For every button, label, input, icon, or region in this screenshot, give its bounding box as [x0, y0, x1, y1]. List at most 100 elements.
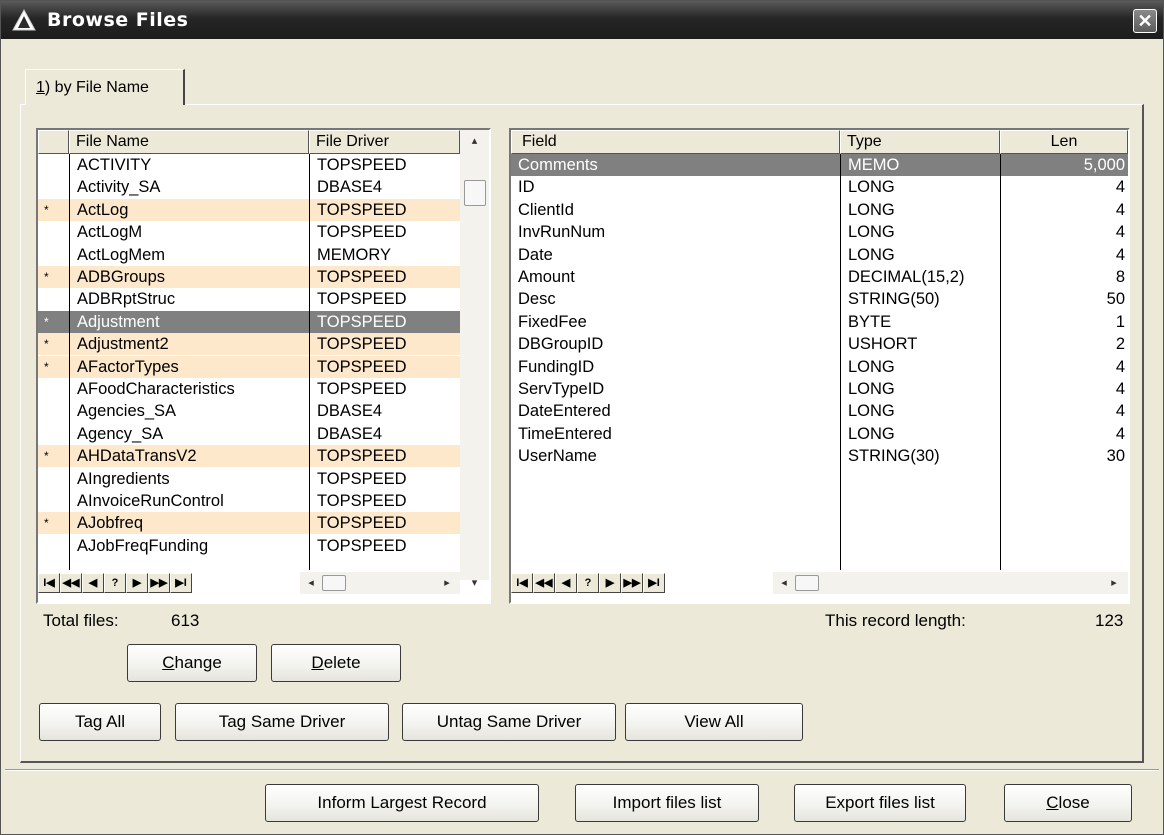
table-row[interactable]: DBGroupID USHORT 2	[511, 333, 1128, 355]
title-bar[interactable]: Browse Files ✕	[1, 1, 1163, 39]
tag-column-header[interactable]	[38, 130, 69, 154]
table-row[interactable]: ADBRptStruc TOPSPEED	[38, 288, 460, 310]
export-files-list-button[interactable]: Export files list	[794, 784, 966, 822]
close-button[interactable]: Close	[1004, 784, 1132, 822]
table-row[interactable]: * AJobfreq TOPSPEED	[38, 512, 460, 535]
change-button[interactable]: Change	[127, 644, 257, 682]
file-driver-cell: DBASE4	[317, 424, 383, 443]
scroll-up-icon[interactable]: ▴	[460, 134, 489, 147]
next-page-icon[interactable]: ▶▶	[148, 573, 170, 593]
table-row[interactable]: AJobFreqFunding TOPSPEED	[38, 535, 460, 557]
tag-cell: *	[44, 314, 49, 329]
field-name-cell: ClientId	[518, 200, 574, 219]
tag-cell	[44, 490, 66, 512]
field-type-cell: LONG	[848, 200, 895, 219]
tag-same-driver-button[interactable]: Tag Same Driver	[175, 703, 389, 741]
first-record-icon[interactable]: I◀	[38, 573, 60, 593]
files-vertical-scrollbar[interactable]: ▴	[460, 130, 489, 580]
table-row[interactable]: * Adjustment2 TOPSPEED	[38, 333, 460, 356]
table-row[interactable]: UserName STRING(30) 30	[511, 445, 1128, 467]
table-row[interactable]: Agency_SA DBASE4	[38, 423, 460, 445]
tag-cell: *	[44, 202, 49, 217]
field-column-header[interactable]: Field	[511, 130, 840, 154]
table-row[interactable]: AInvoiceRunControl TOPSPEED	[38, 490, 460, 512]
scroll-left-icon[interactable]: ◂	[304, 576, 318, 589]
next-page-icon[interactable]: ▶▶	[621, 573, 643, 593]
untag-same-driver-button[interactable]: Untag Same Driver	[402, 703, 616, 741]
table-row[interactable]: Date LONG 4	[511, 244, 1128, 266]
view-all-button[interactable]: View All	[625, 703, 803, 741]
table-row[interactable]: AIngredients TOPSPEED	[38, 468, 460, 490]
table-row[interactable]: InvRunNum LONG 4	[511, 221, 1128, 243]
close-window-icon[interactable]: ✕	[1133, 9, 1157, 33]
prev-record-icon[interactable]: ◀	[82, 573, 104, 593]
file-driver-cell: TOPSPEED	[317, 223, 407, 242]
prev-record-icon[interactable]: ◀	[555, 573, 577, 593]
table-row[interactable]: Agencies_SA DBASE4	[38, 400, 460, 422]
field-type-cell: LONG	[848, 178, 895, 197]
table-row[interactable]: AFoodCharacteristics TOPSPEED	[38, 378, 460, 400]
delete-button[interactable]: Delete	[271, 644, 401, 682]
table-row[interactable]: ID LONG 4	[511, 176, 1128, 198]
table-row[interactable]: FundingID LONG 4	[511, 356, 1128, 378]
last-record-icon[interactable]: ▶I	[170, 573, 192, 593]
table-row[interactable]: Comments MEMO 5,000	[511, 154, 1128, 176]
prev-page-icon[interactable]: ◀◀	[60, 573, 82, 593]
prev-page-icon[interactable]: ◀◀	[533, 573, 555, 593]
file-driver-column-header[interactable]: File Driver	[309, 130, 460, 154]
table-row[interactable]: Desc STRING(50) 50	[511, 288, 1128, 310]
scroll-right-icon[interactable]: ▸	[1107, 576, 1121, 589]
table-row[interactable]: FixedFee BYTE 1	[511, 311, 1128, 333]
field-len-cell: 4	[1115, 200, 1125, 219]
table-row[interactable]: * Adjustment TOPSPEED	[38, 310, 460, 333]
tag-all-button[interactable]: Tag All	[39, 703, 161, 741]
fields-horizontal-scrollbar[interactable]: ◂ ▸	[773, 572, 1128, 594]
first-record-icon[interactable]: I◀	[511, 573, 533, 593]
horizontal-scroll-thumb[interactable]	[322, 575, 346, 591]
file-name-column-header[interactable]: File Name	[69, 130, 309, 154]
file-name-cell: AIngredients	[77, 469, 170, 488]
type-column-header[interactable]: Type	[840, 130, 1000, 154]
vertical-scroll-thumb[interactable]	[464, 180, 486, 206]
table-row[interactable]: ActLogMem MEMORY	[38, 244, 460, 266]
tag-cell: *	[44, 449, 49, 464]
table-row[interactable]: * ActLog TOPSPEED	[38, 198, 460, 221]
files-list[interactable]: File Name File Driver ACTIVITY TOPSPEED Ac…	[36, 128, 491, 604]
field-len-cell: 1	[1115, 312, 1125, 331]
table-row[interactable]: ACTIVITY TOPSPEED	[38, 154, 460, 176]
fields-list[interactable]: Field Type Len Comments MEMO 5,000 ID LONG 4 C…	[509, 128, 1130, 604]
table-row[interactable]: ClientId LONG 4	[511, 199, 1128, 221]
field-len-cell: 4	[1115, 380, 1125, 398]
next-record-icon[interactable]: ▶	[126, 573, 148, 593]
field-len-cell: 2	[1115, 335, 1125, 354]
next-record-icon[interactable]: ▶	[599, 573, 621, 593]
field-type-cell: LONG	[848, 424, 895, 443]
table-row[interactable]: * AHDataTransV2 TOPSPEED	[38, 445, 460, 468]
tag-cell: *	[44, 337, 49, 352]
table-row[interactable]: TimeEntered LONG 4	[511, 423, 1128, 445]
table-row[interactable]: Amount DECIMAL(15,2) 8	[511, 266, 1128, 288]
files-horizontal-scrollbar[interactable]: ◂ ▸	[300, 572, 460, 594]
scroll-right-icon[interactable]: ▸	[440, 576, 454, 589]
import-files-list-button[interactable]: Import files list	[575, 784, 759, 822]
file-driver-cell: DBASE4	[317, 178, 383, 197]
inform-largest-record-button[interactable]: Inform Largest Record	[265, 784, 539, 822]
last-record-icon[interactable]: ▶I	[643, 573, 665, 593]
locate-icon[interactable]: ?	[104, 573, 126, 593]
scroll-down-icon[interactable]: ▾	[460, 576, 489, 589]
locate-icon[interactable]: ?	[577, 573, 599, 593]
field-len-cell: 4	[1115, 424, 1125, 443]
scroll-left-icon[interactable]: ◂	[777, 576, 791, 589]
tag-cell: *	[44, 359, 49, 374]
tag-cell	[44, 244, 66, 266]
table-row[interactable]: Activity_SA DBASE4	[38, 176, 460, 198]
len-column-header[interactable]: Len	[1000, 130, 1128, 154]
table-row[interactable]: * ADBGroups TOPSPEED	[38, 266, 460, 288]
table-row[interactable]: DateEntered LONG 4	[511, 400, 1128, 422]
file-driver-cell: TOPSPEED	[317, 447, 407, 466]
table-row[interactable]: * AFactorTypes TOPSPEED	[38, 355, 460, 378]
table-row[interactable]: ServTypeID LONG 4	[511, 378, 1128, 400]
tab-by-file-name[interactable]: 1) by File Name	[25, 69, 185, 105]
table-row[interactable]: ActLogM TOPSPEED	[38, 221, 460, 243]
horizontal-scroll-thumb[interactable]	[795, 575, 819, 591]
